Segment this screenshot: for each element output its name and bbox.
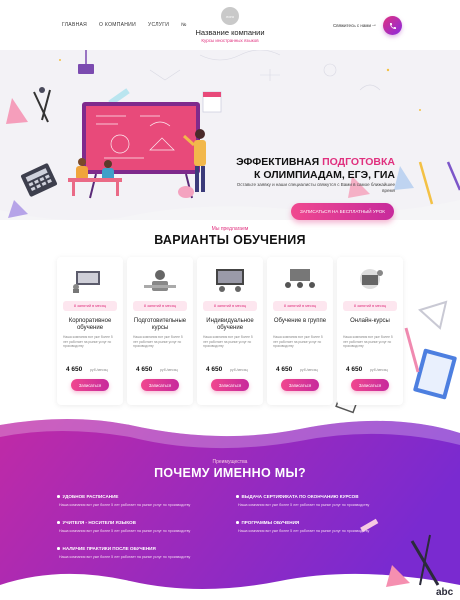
enroll-button[interactable]: Записаться [141,379,179,391]
phone-icon [389,22,396,29]
callback-link[interactable]: Свяжитесь с нами [333,23,371,28]
hero-illustration [0,50,460,220]
feature-item: Учителя - носители языков Наша компания … [57,520,227,533]
feature-item: Удобное расписание Наша компания вот уже… [57,494,227,507]
feature-heading: Программы обучения [236,520,406,525]
course-description: Наша компания вот уже более 5 лет работа… [203,335,253,348]
course-card: 8 занятий в месяц Индивидуальное обучени… [197,257,263,405]
nav-item-about[interactable]: О компании [99,22,136,28]
why-kicker: Преимущества [212,459,248,465]
hero-title-highlight: ПОДГОТОВКА [322,156,395,168]
brand-subtitle: Курсы иностранных языков [201,38,259,43]
why-title: ПОЧЕМУ ИМЕННО МЫ? [154,466,306,480]
enroll-button[interactable]: Записаться [281,379,319,391]
course-illustration [285,269,315,288]
course-price: 4 650 [276,366,293,373]
triangle-ruler-icon [418,300,448,330]
brand-title: Название компании [195,28,265,37]
course-description: Наша компания вот уже более 5 лет работа… [343,335,393,348]
nav-item-home[interactable]: Главная [62,22,87,28]
lessons-badge: 8 занятий в месяц [63,301,117,311]
course-illustration [216,269,244,292]
hero-subtitle: Оставьте заявку и наши специалисты свяжу… [236,182,395,193]
courses-grid: 8 занятий в месяц Корпоративное обучение… [57,257,403,405]
course-price: 4 650 [66,366,83,373]
abc-sticker: abc [436,587,454,598]
enroll-button[interactable]: Записаться [71,379,109,391]
course-title: Индивидуальное обучение [206,318,254,332]
enroll-button[interactable]: Записаться [351,379,389,391]
feature-heading: Выдача сертификата по окончанию курсов [236,494,406,499]
course-price-unit: руб./месяц [370,368,388,372]
brand: Название компании Курсы иностранных язык… [180,28,280,43]
feature-title: Учителя - носители языков [62,520,136,525]
course-price: 4 650 [346,366,363,373]
feature-description: Наша компания вот уже более 5 лет работа… [238,503,370,507]
arrow-right-icon: → [371,22,377,28]
feature-item: Выдача сертификата по окончанию курсов Н… [236,494,406,507]
bullet-icon [57,495,60,498]
course-title: Подготовительные курсы [133,318,187,332]
course-title: Онлайн-курсы [350,318,390,324]
course-description: Наша компания вот уже более 5 лет работа… [133,335,183,348]
course-illustration [360,269,383,289]
feature-heading: Удобное расписание [57,494,227,499]
bullet-icon [236,521,239,524]
site-header: Главная О компании Услуги № лого Названи… [0,0,460,52]
why-background: abc [0,419,460,600]
feature-description: Наша компания вот уже более 5 лет работа… [59,555,191,559]
bullet-icon [236,495,239,498]
hero-title-part1: ЭФФЕКТИВНАЯ [236,156,323,168]
hero-title-part2: К ОЛИМПИАДАМ, ЕГЭ, ГИА [254,168,395,181]
course-illustration [144,270,176,291]
lessons-badge: 8 занятий в месяц [133,301,187,311]
bullet-icon [57,547,60,550]
feature-description: Наша компания вот уже более 5 лет работа… [59,503,191,507]
free-lesson-button[interactable]: ЗАПИСАТЬСЯ НА БЕСПЛАТНЫЙ УРОК [291,203,394,220]
feature-title: Наличие практики после обучения [62,546,156,551]
enroll-button[interactable]: Записаться [211,379,249,391]
lessons-badge: 8 занятий в месяц [203,301,257,311]
feature-item: Программы обучения Наша компания вот уже… [236,520,406,533]
course-price: 4 650 [206,366,223,373]
course-price-unit: руб./месяц [160,368,178,372]
course-card: 8 занятий в месяц Онлайн-курсы Наша комп… [337,257,403,405]
main-nav: Главная О компании Услуги № [62,22,187,28]
course-card: 8 занятий в месяц Корпоративное обучение… [57,257,123,405]
feature-item: Наличие практики после обучения Наша ком… [57,546,227,559]
course-price: 4 650 [136,366,153,373]
lessons-badge: 8 занятий в месяц [273,301,327,311]
feature-heading: Учителя - носители языков [57,520,227,525]
course-title: Корпоративное обучение [68,318,112,332]
feature-title: Программы обучения [241,520,300,525]
nav-item-services[interactable]: Услуги [148,22,169,28]
courses-kicker: Мы предлагаем [211,226,249,232]
logo[interactable]: лого [221,7,239,25]
feature-description: Наша компания вот уже более 5 лет работа… [59,529,191,533]
feature-title: Выдача сертификата по окончанию курсов [241,494,359,499]
feature-title: Удобное расписание [62,494,119,499]
phone-button[interactable] [383,16,402,35]
course-description: Наша компания вот уже более 5 лет работа… [63,335,113,348]
course-description: Наша компания вот уже более 5 лет работа… [273,335,323,348]
course-illustration [73,271,100,293]
course-card: 8 занятий в месяц Обучение в группе Наша… [267,257,333,405]
course-price-unit: руб./месяц [300,368,318,372]
feature-heading: Наличие практики после обучения [57,546,227,551]
hero-title: ЭФФЕКТИВНАЯ ПОДГОТОВКА К ОЛИМПИАДАМ, ЕГЭ… [230,156,395,181]
course-price-unit: руб./месяц [90,368,108,372]
course-title: Обучение в группе [273,318,327,324]
lessons-badge: 8 занятий в месяц [343,301,397,311]
courses-title: ВАРИАНТЫ ОБУЧЕНИЯ [154,233,306,247]
course-price-unit: руб./месяц [230,368,248,372]
course-card: 8 занятий в месяц Подготовительные курсы… [127,257,193,405]
bullet-icon [57,521,60,524]
hero-section: ЭФФЕКТИВНАЯ ПОДГОТОВКА К ОЛИМПИАДАМ, ЕГЭ… [0,50,460,220]
feature-description: Наша компания вот уже более 5 лет работа… [238,529,370,533]
